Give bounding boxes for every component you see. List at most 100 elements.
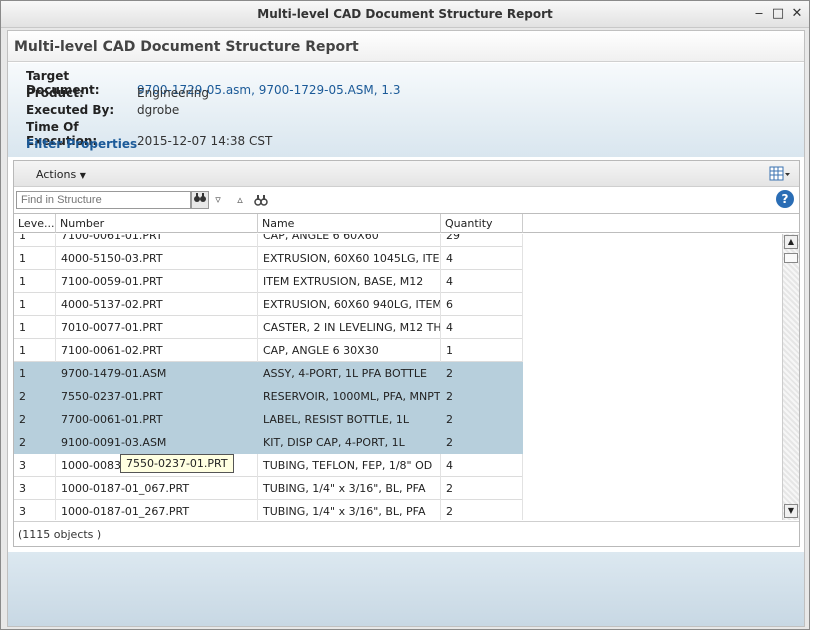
table-row[interactable]: 1 4000-5137-02.PRT EXTRUSION, 60X60 940LG,…: [14, 293, 523, 316]
cell-quantity: 29: [441, 234, 523, 247]
grid-body: 1 7100-0061-01.PRT CAP, ANGLE 6 60X60 29 1 40…: [14, 234, 781, 520]
maximize-icon[interactable]: □: [770, 6, 786, 22]
expand-all-icon[interactable]: ▿: [211, 193, 225, 207]
cell-quantity: 2: [441, 385, 523, 408]
cell-number: 1000-0187-01_267.PRT: [56, 500, 258, 520]
column-header-quantity[interactable]: Quantity: [441, 214, 523, 233]
find-binoculars-icon[interactable]: [254, 193, 268, 207]
cell-name: KIT, DISP CAP, 4-PORT, 1L: [258, 431, 441, 454]
filter-properties-link[interactable]: Filter Properties: [26, 137, 137, 151]
cell-level: 1: [14, 293, 56, 316]
close-icon[interactable]: ✕: [789, 6, 805, 22]
executed-by-label: Executed By:: [26, 103, 115, 117]
report-window: Multi-level CAD Document Structure Repor…: [0, 0, 810, 630]
cell-quantity: 2: [441, 477, 523, 500]
cell-number: 4000-5150-03.PRT: [56, 247, 258, 270]
status-bar: (1115 objects ): [14, 521, 799, 546]
cell-name: TUBING, 1/4" x 3/16", BL, PFA: [258, 477, 441, 500]
table-row[interactable]: 1 4000-5150-03.PRT EXTRUSION, 60X60 1045LG…: [14, 247, 523, 270]
cell-quantity: 4: [441, 270, 523, 293]
cell-level: 2: [14, 385, 56, 408]
cell-number: 7100-0061-02.PRT: [56, 339, 258, 362]
table-row[interactable]: 1 7010-0077-01.PRT CASTER, 2 IN LEVELING, …: [14, 316, 523, 339]
cell-name: EXTRUSION, 60X60 940LG, ITEM: [258, 293, 441, 316]
cell-quantity: 2: [441, 362, 523, 385]
cell-level: 2: [14, 431, 56, 454]
cell-number: 7010-0077-01.PRT: [56, 316, 258, 339]
time-of-execution-value: 2015-12-07 14:38 CST: [137, 134, 273, 148]
table-row[interactable]: 1 7100-0061-01.PRT CAP, ANGLE 6 60X60 29: [14, 234, 523, 247]
scrollbar-thumb[interactable]: [784, 253, 798, 263]
report-info-panel: Target Document: 9700-1729-05.asm, 9700-1…: [8, 63, 804, 157]
cell-name: RESERVOIR, 1000ML, PFA, MNPT: [258, 385, 441, 408]
cell-name: TUBING, 1/4" x 3/16", BL, PFA: [258, 500, 441, 520]
desktop-edge: [810, 0, 814, 633]
executed-by-row: Executed By: dgrobe: [26, 103, 179, 117]
scroll-down-icon[interactable]: ▼: [784, 504, 798, 518]
cell-name: LABEL, RESIST BOTTLE, 1L: [258, 408, 441, 431]
cell-level: 1: [14, 362, 56, 385]
minimize-icon[interactable]: ‒: [751, 6, 767, 22]
cell-number: 9700-1479-01.ASM: [56, 362, 258, 385]
collapse-all-icon[interactable]: ▵: [233, 193, 247, 207]
table-row[interactable]: 31000-0083-01_069.PRTTUBING, TEFLON, FEP…: [14, 454, 523, 477]
structure-panel: Actions ▼ ▿ ▵: [13, 160, 800, 547]
window-title: Multi-level CAD Document Structure Repor…: [257, 7, 553, 21]
search-toolbar: ▿ ▵ ?: [14, 188, 799, 212]
scroll-up-icon[interactable]: ▲: [784, 235, 798, 249]
executed-by-value: dgrobe: [137, 103, 180, 117]
actions-label: Actions: [36, 168, 77, 181]
tooltip: 7550-0237-01.PRT: [120, 454, 234, 473]
cell-number: 7700-0061-01.PRT: [56, 408, 258, 431]
table-row[interactable]: 2 7700-0061-01.PRT LABEL, RESIST BOTTLE, 1…: [14, 408, 523, 431]
table-row[interactable]: 3 1000-0187-01_267.PRT TUBING, 1/4" x 3/16…: [14, 500, 523, 520]
table-row[interactable]: 2 7550-0237-01.PRT RESERVOIR, 1000ML, PFA,…: [14, 385, 523, 408]
cell-level: 3: [14, 477, 56, 500]
help-icon[interactable]: ?: [776, 190, 794, 208]
cell-number: 7100-0061-01.PRT: [56, 234, 258, 247]
column-header-name[interactable]: Name: [258, 214, 441, 233]
cell-quantity: 4: [441, 316, 523, 339]
binoculars-icon[interactable]: [191, 191, 209, 209]
window-titlebar[interactable]: Multi-level CAD Document Structure Repor…: [1, 1, 809, 28]
find-in-structure-input[interactable]: [16, 191, 191, 209]
cell-level: 1: [14, 234, 56, 247]
cell-level: 1: [14, 247, 56, 270]
grid-rows: 1 7100-0061-01.PRT CAP, ANGLE 6 60X60 29 1 40…: [14, 234, 523, 520]
product-label: Product:: [26, 86, 84, 100]
vertical-scrollbar[interactable]: ▲ ▼: [782, 234, 799, 520]
cell-quantity: 4: [441, 247, 523, 270]
cell-name: EXTRUSION, 60X60 1045LG, ITEM: [258, 247, 441, 270]
cell-quantity: 2: [441, 500, 523, 520]
cell-number: 7100-0059-01.PRT: [56, 270, 258, 293]
cell-level: 1: [14, 339, 56, 362]
bottom-panel: [8, 552, 804, 626]
column-header-number[interactable]: Number: [56, 214, 258, 233]
grid-header: Leve... Number Name Quantity: [14, 213, 799, 233]
cell-name: ITEM EXTRUSION, BASE, M12: [258, 270, 441, 293]
structure-grid: Leve... Number Name Quantity 1 7100-0061-…: [14, 213, 799, 520]
cell-quantity: 4: [441, 454, 523, 477]
table-layout-icon[interactable]: [769, 166, 791, 182]
cell-quantity: 2: [441, 431, 523, 454]
actions-menu[interactable]: Actions ▼: [36, 168, 86, 181]
cell-name: CASTER, 2 IN LEVELING, M12 THRD: [258, 316, 441, 339]
cell-name: CAP, ANGLE 6 30X30: [258, 339, 441, 362]
cell-level: 1: [14, 316, 56, 339]
table-row[interactable]: 1 7100-0061-02.PRT CAP, ANGLE 6 30X30 1: [14, 339, 523, 362]
cell-quantity: 6: [441, 293, 523, 316]
report-content: Multi-level CAD Document Structure Repor…: [7, 30, 805, 627]
cell-level: 3: [14, 500, 56, 520]
table-row[interactable]: 3 1000-0187-01_067.PRT TUBING, 1/4" x 3/16…: [14, 477, 523, 500]
chevron-down-icon: ▼: [79, 171, 86, 180]
product-row: Product: Engineering: [26, 86, 209, 100]
column-header-level[interactable]: Leve...: [14, 214, 56, 233]
cell-number: 7550-0237-01.PRT: [56, 385, 258, 408]
table-row[interactable]: 1 9700-1479-01.ASM ASSY, 4-PORT, 1L PFA BO…: [14, 362, 523, 385]
cell-level: 2: [14, 408, 56, 431]
cell-quantity: 1: [441, 339, 523, 362]
table-row[interactable]: 1 7100-0059-01.PRT ITEM EXTRUSION, BASE, M…: [14, 270, 523, 293]
table-row[interactable]: 2 9100-0091-03.ASM KIT, DISP CAP, 4-PORT, …: [14, 431, 523, 454]
cell-name: ASSY, 4-PORT, 1L PFA BOTTLE: [258, 362, 441, 385]
cell-level: 1: [14, 270, 56, 293]
